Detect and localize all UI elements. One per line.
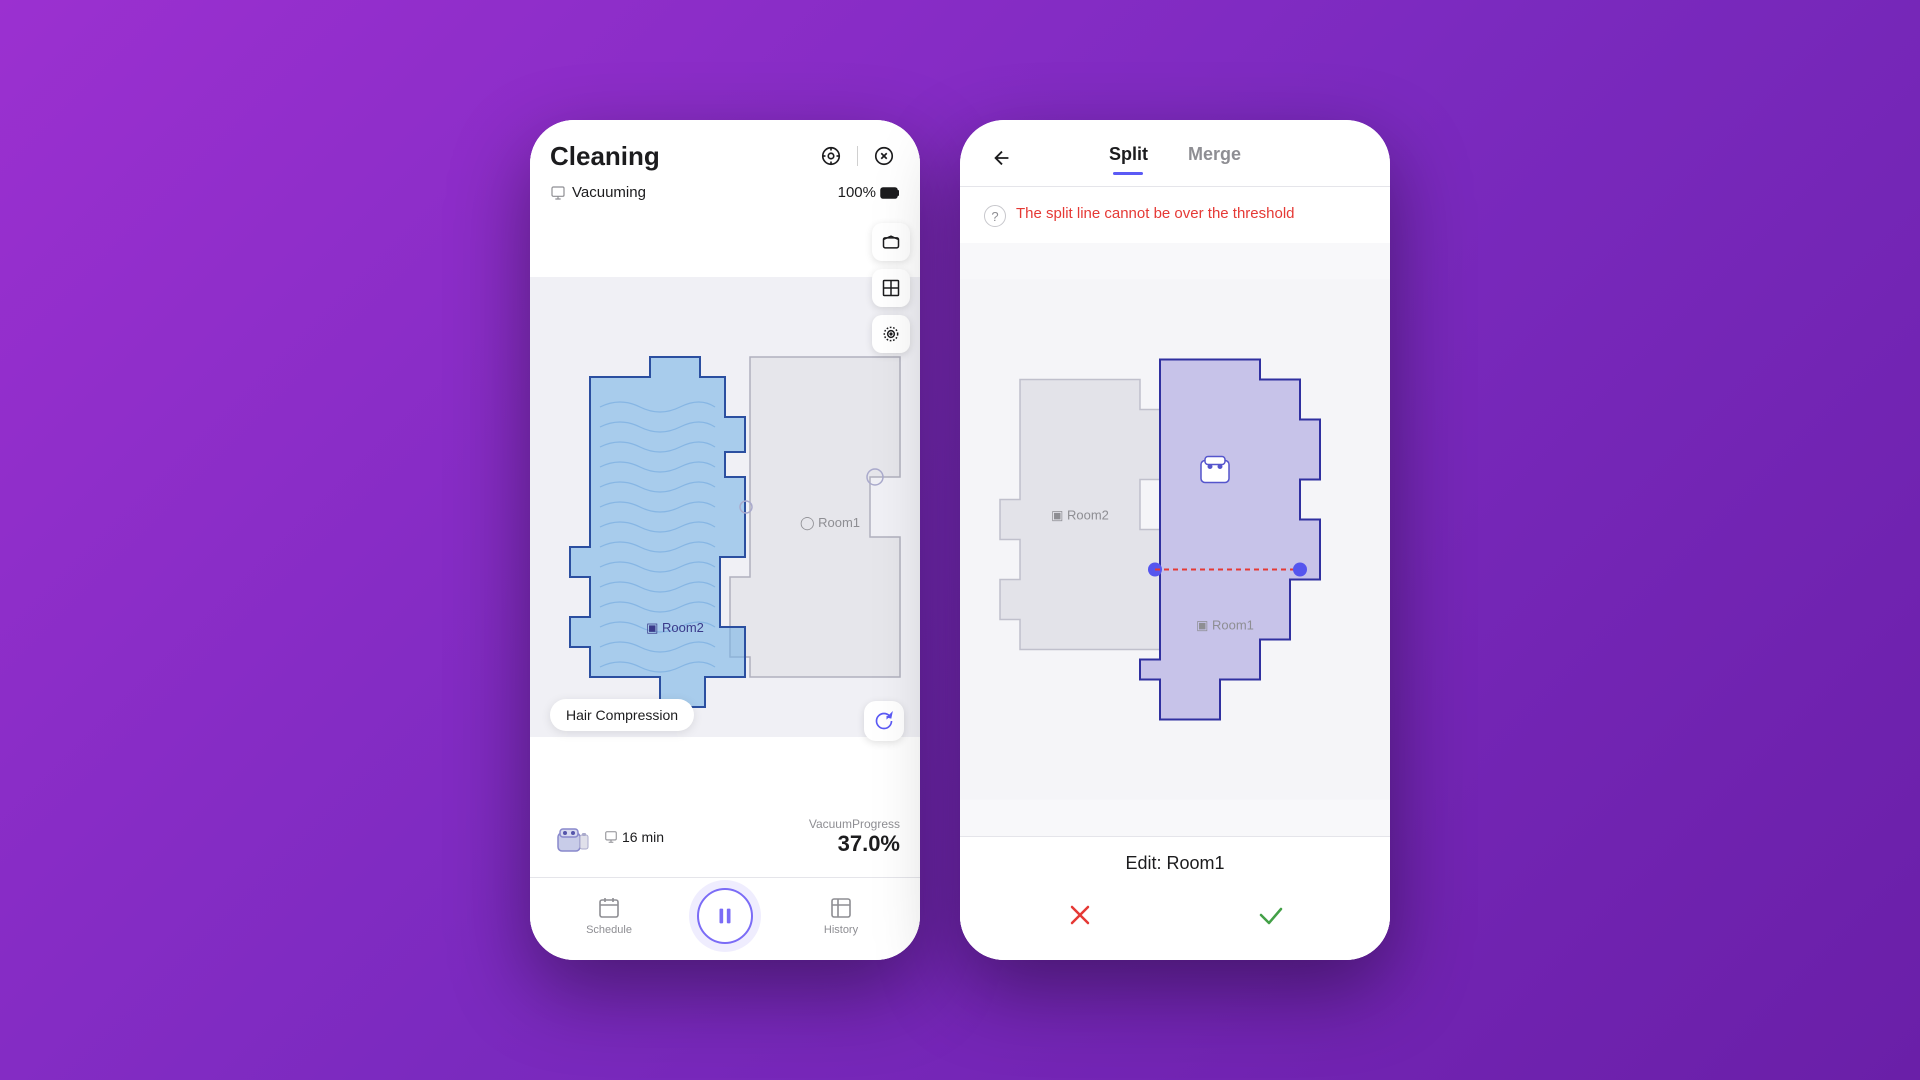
tab-merge-label: Merge	[1188, 144, 1241, 164]
svg-text:▣ Room2: ▣ Room2	[1051, 508, 1109, 523]
tab-underline	[1113, 172, 1143, 175]
action-buttons	[984, 890, 1366, 940]
header-icons	[815, 140, 900, 172]
left-screen: Cleaning	[530, 120, 920, 960]
map-toolbar	[872, 223, 910, 353]
help-icon[interactable]: ?	[984, 205, 1006, 227]
map-container: ▣ Room2 ◯ Room1	[530, 213, 920, 801]
tab-container: Split Merge	[1020, 144, 1330, 173]
svg-text:▣ Room2: ▣ Room2	[646, 620, 704, 635]
mode-text: Vacuuming	[572, 184, 646, 201]
battery-percent: 100%	[838, 184, 876, 201]
schedule-label: Schedule	[586, 924, 632, 936]
edit-title: Edit: Room1	[984, 853, 1366, 874]
close-icon-btn[interactable]	[868, 140, 900, 172]
history-label: History	[824, 924, 858, 936]
right-map-container: ▣ Room2 ▣ Room1	[960, 243, 1390, 836]
hair-compression-badge: Hair Compression	[550, 699, 694, 731]
battery-info: 100%	[838, 184, 900, 201]
map-area: ▣ Room2 ◯ Room1	[530, 213, 920, 801]
vacuuming-label: Vacuuming	[550, 184, 646, 201]
time-value: 16 min	[622, 829, 664, 845]
progress-label: VacuumProgress	[809, 817, 900, 831]
robot-icon	[550, 813, 598, 861]
cancel-button[interactable]	[1055, 890, 1105, 940]
svg-text:▣ Room1: ▣ Room1	[1196, 618, 1254, 633]
edit-area: Edit: Room1	[960, 836, 1390, 960]
pause-button[interactable]	[697, 888, 753, 944]
grid-view-btn[interactable]	[872, 269, 910, 307]
right-header: Split Merge	[960, 120, 1390, 176]
confirm-button[interactable]	[1246, 890, 1296, 940]
robot-icon-area: 16 min	[550, 813, 664, 861]
sub-header: Vacuuming 100%	[530, 184, 920, 213]
schedule-nav-item[interactable]: Schedule	[579, 896, 639, 936]
back-button[interactable]	[984, 140, 1020, 176]
stats-bar: 16 min VacuumProgress 37.0%	[530, 801, 920, 877]
hair-compression-text: Hair Compression	[566, 707, 678, 723]
history-nav-item[interactable]: History	[811, 896, 871, 936]
progress-value: 37.0%	[809, 831, 900, 857]
header-divider	[857, 146, 858, 166]
right-map-svg: ▣ Room2 ▣ Room1	[960, 243, 1390, 836]
stats-right: VacuumProgress 37.0%	[809, 817, 900, 857]
tab-split[interactable]: Split	[1109, 144, 1148, 173]
error-message-area: ? The split line cannot be over the thre…	[960, 187, 1390, 243]
phones-container: Cleaning	[530, 120, 1390, 960]
tab-split-label: Split	[1109, 144, 1148, 164]
left-phone: Cleaning	[530, 120, 920, 960]
3d-view-btn[interactable]	[872, 223, 910, 261]
right-phone: Split Merge ? The split line cannot be o…	[960, 120, 1390, 960]
time-display: 16 min	[604, 829, 664, 845]
page-title: Cleaning	[550, 141, 660, 172]
svg-text:◯ Room1: ◯ Room1	[800, 515, 860, 531]
left-header: Cleaning	[530, 120, 920, 184]
error-text: The split line cannot be over the thresh…	[1016, 203, 1295, 224]
bottom-nav: Schedule History	[530, 877, 920, 960]
right-screen: Split Merge ? The split line cannot be o…	[960, 120, 1390, 960]
locate-btn[interactable]	[872, 315, 910, 353]
refresh-btn[interactable]	[864, 701, 904, 741]
tab-merge[interactable]: Merge	[1188, 144, 1241, 173]
target-icon-btn[interactable]	[815, 140, 847, 172]
